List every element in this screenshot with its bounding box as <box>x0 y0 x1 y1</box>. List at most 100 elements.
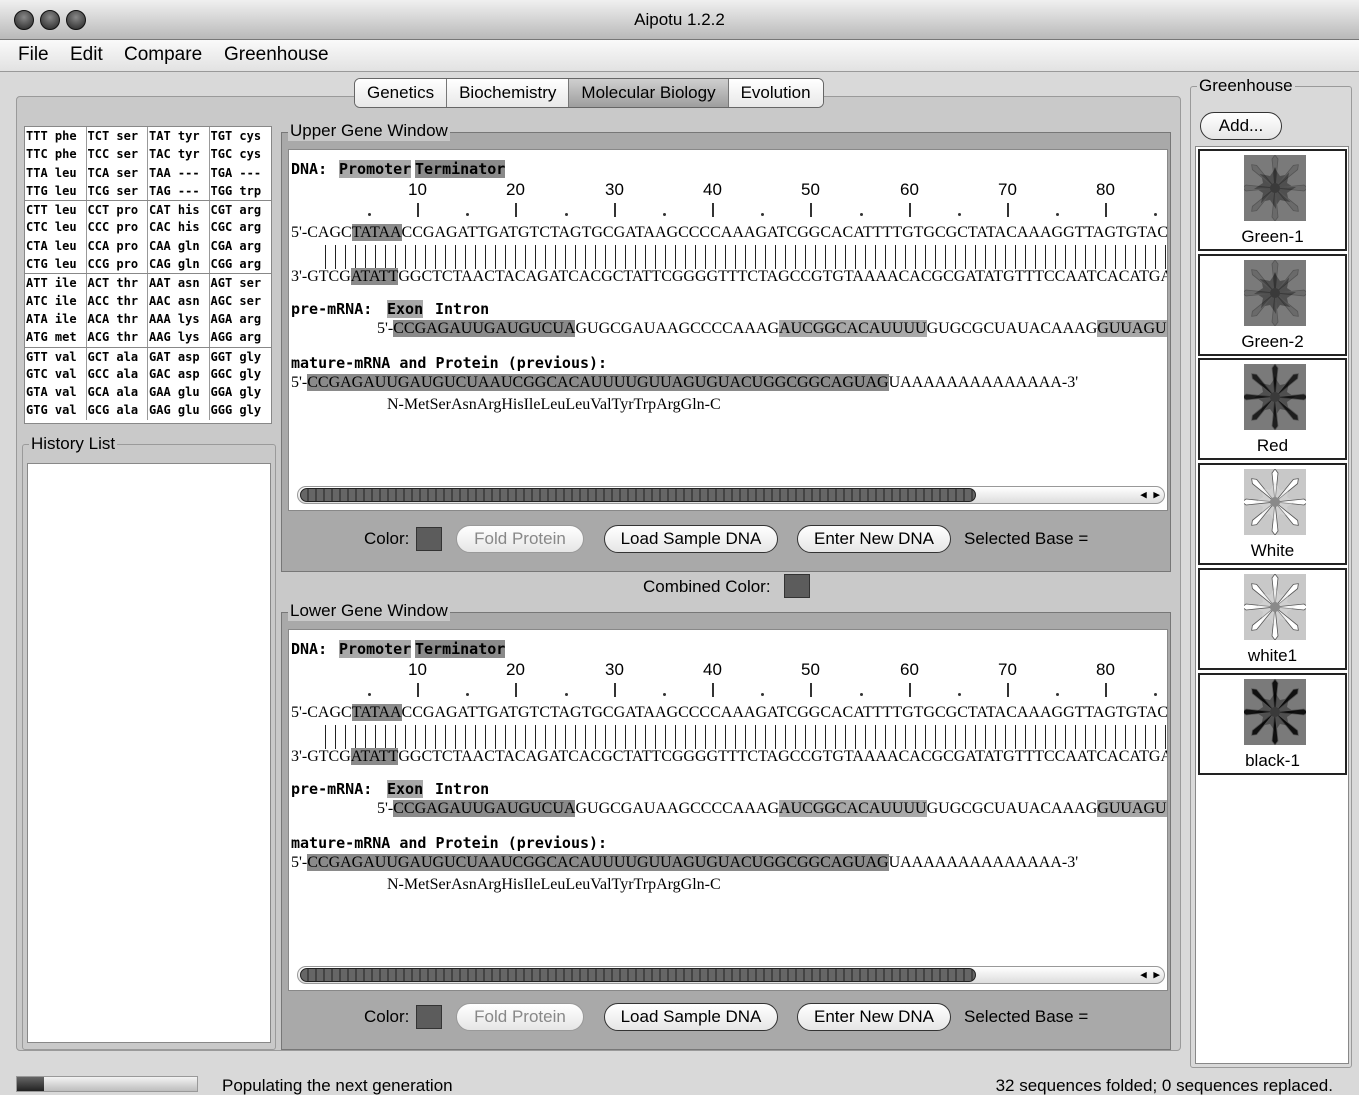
ruler-number: 80 <box>1096 180 1115 199</box>
fold-protein-button[interactable]: Fold Protein <box>456 525 584 553</box>
terminator-label[interactable]: Terminator <box>415 160 506 178</box>
ruler-dot <box>1056 213 1059 216</box>
codon-row: GTT val GCT ala GAT asp GGT gly <box>25 346 271 365</box>
greenhouse-organism[interactable]: White <box>1198 463 1347 566</box>
upper-gene-content[interactable]: DNA: Promoter Terminator 10 20 30 40 50 60 70 8… <box>288 149 1168 511</box>
greenhouse-organism[interactable]: Red <box>1198 358 1347 461</box>
dna-bottom-strand[interactable]: 3'-GTCGATATTGGCTCTAACTACAGATCACGCTATTCGG… <box>291 748 1167 766</box>
codon-cell: CCG pro <box>87 255 148 274</box>
ruler-dot <box>368 693 371 696</box>
load-sample-dna-button[interactable]: Load Sample DNA <box>604 525 778 553</box>
menu-edit[interactable]: Edit <box>70 44 103 66</box>
codon-cell: GAC asp <box>148 364 210 384</box>
tab-evolution[interactable]: Evolution <box>728 79 823 107</box>
organism-name: Green-1 <box>1241 227 1304 246</box>
pre-exon-1: CCGAGAUUGAUGUCUA <box>393 800 576 817</box>
tab-genetics[interactable]: Genetics <box>355 79 448 107</box>
scrollbar-thumb[interactable] <box>300 968 976 982</box>
upper-button-row: Color: Fold Protein Load Sample DNA Ente… <box>282 515 1170 565</box>
enter-new-dna-button[interactable]: Enter New DNA <box>797 525 951 553</box>
promoter-label[interactable]: Promoter <box>339 640 412 658</box>
ruler-number: 10 <box>408 660 427 679</box>
codon-row: CTA leu CCA pro CAA gln CGA arg <box>25 236 271 256</box>
ruler-number: 40 <box>703 660 722 679</box>
greenhouse-organism[interactable]: black-1 <box>1198 672 1347 775</box>
codon-cell: AGG arg <box>210 330 262 345</box>
upper-gene-window-label: Upper Gene Window <box>288 121 450 141</box>
color-label: Color: <box>364 529 410 548</box>
greenhouse-list[interactable]: Green-1 Green-2 Red White white1 black-1 <box>1195 146 1349 1064</box>
intron-label: Intron <box>435 780 490 798</box>
menu-compare[interactable]: Compare <box>124 44 202 66</box>
menu-file[interactable]: File <box>18 44 49 66</box>
status-bar: Populating the next generation 32 sequen… <box>0 1070 1359 1095</box>
codon-cell: ATA ile <box>25 309 87 329</box>
ruler-tick <box>1105 683 1107 697</box>
status-left-text: Populating the next generation <box>222 1076 453 1095</box>
dna-label: DNA: <box>291 640 328 658</box>
premrna-sequence[interactable]: 5'-CCGAGAUUGAUGUCUAGUGCGAUAAGCCCCAAAGAUC… <box>377 800 1167 818</box>
dna-top-strand[interactable]: 5'-CAGCTATAACCGAGATTGATGTCTAGTGCGATAAGCC… <box>291 704 1168 722</box>
codon-cell: GGG gly <box>210 403 262 418</box>
pre-exon-2: AUCGGCACAUUUU <box>779 800 927 817</box>
promoter-label[interactable]: Promoter <box>339 160 412 178</box>
horizontal-scrollbar[interactable]: ◀ ▶ <box>297 966 1165 984</box>
codon-cell: TCC ser <box>87 145 148 164</box>
ruler-number: 20 <box>506 660 525 679</box>
tab-molecular-biology[interactable]: Molecular Biology <box>569 79 729 107</box>
codon-cell: TTA leu <box>25 163 87 182</box>
mature-tail: UAAAAAAAAAAAAAA-3' <box>888 854 1079 871</box>
bottom-sequence: GGCTCTAACTACAGATCACGCTATTCGGGGTTTCTAGCCG… <box>398 268 1168 285</box>
terminator-label[interactable]: Terminator <box>415 640 506 658</box>
ruler-tick <box>515 683 517 697</box>
bottom-box: ATATT <box>350 748 399 765</box>
combined-color-swatch <box>784 574 810 598</box>
codon-cell: ACC thr <box>87 291 148 310</box>
protein-sequence: N-MetSerAsnArgHisIleLeuLeuValTyrTrpArgGl… <box>387 876 721 893</box>
greenhouse-organism[interactable]: white1 <box>1198 567 1347 670</box>
codon-cell: CAC his <box>148 218 210 237</box>
ruler-number: 70 <box>998 660 1017 679</box>
codon-row: ATC ile ACC thr AAC asn AGC ser <box>25 291 271 310</box>
greenhouse-add-button[interactable]: Add... <box>1200 112 1282 140</box>
mature-mrna-sequence[interactable]: 5'-CCGAGAUUGAUGUCUAAUCGGCACAUUUUGUUAGUGU… <box>291 374 1078 392</box>
codon-cell: ATT ile <box>25 274 87 292</box>
horizontal-scrollbar[interactable]: ◀ ▶ <box>297 486 1165 504</box>
codon-cell: CGC arg <box>210 220 262 235</box>
load-sample-dna-button[interactable]: Load Sample DNA <box>604 1003 778 1031</box>
codon-cell: GGT gly <box>210 349 262 364</box>
menu-greenhouse[interactable]: Greenhouse <box>224 44 329 66</box>
pre-exon-3: GUUAGUGUACUGGCG <box>1097 800 1167 817</box>
premrna-sequence[interactable]: 5'-CCGAGAUUGAUGUCUAGUGCGAUAAGCCCCAAAGAUC… <box>377 320 1167 338</box>
codon-cell: TGC cys <box>210 147 262 162</box>
enter-new-dna-button[interactable]: Enter New DNA <box>797 1003 951 1031</box>
history-list[interactable] <box>27 463 271 1043</box>
lower-button-row: Color: Fold Protein Load Sample DNA Ente… <box>282 993 1170 1043</box>
top-sequence: CCGAGATTGATGTCTAGTGCGATAAGCCCCAAAGATCGGC… <box>401 704 1168 721</box>
codon-cell: CTC leu <box>25 218 87 237</box>
ruler-dot <box>466 213 469 216</box>
codon-cell: CAG gln <box>148 255 210 274</box>
scroll-arrows-icon[interactable]: ◀ ▶ <box>1140 488 1160 501</box>
ruler-number: 20 <box>506 180 525 199</box>
selected-base-label: Selected Base = <box>964 529 1089 548</box>
progress-bar <box>16 1076 198 1092</box>
scroll-arrows-icon[interactable]: ◀ ▶ <box>1140 968 1160 981</box>
scrollbar-thumb[interactable] <box>300 488 976 502</box>
codon-row: CTT leu CCT pro CAT his CGT arg <box>25 200 271 219</box>
tab-biochemistry[interactable]: Biochemistry <box>447 79 570 107</box>
greenhouse-organism[interactable]: Green-2 <box>1198 253 1347 356</box>
fold-protein-button[interactable]: Fold Protein <box>456 1003 584 1031</box>
protein-sequence: N-MetSerAsnArgHisIleLeuLeuValTyrTrpArgGl… <box>387 396 721 413</box>
greenhouse-organism[interactable]: Green-1 <box>1198 149 1347 251</box>
codon-cell: CTT leu <box>25 201 87 219</box>
lower-gene-content[interactable]: DNA: Promoter Terminator 10 20 30 40 50 60 70 8… <box>288 629 1168 991</box>
dna-bottom-strand[interactable]: 3'-GTCGATATTGGCTCTAACTACAGATCACGCTATTCGG… <box>291 268 1168 286</box>
combined-color-label: Combined Color: <box>643 577 771 596</box>
organism-name: Red <box>1256 436 1289 456</box>
codon-cell: GAA glu <box>148 383 210 402</box>
dna-top-strand[interactable]: 5'-CAGCTATAACCGAGATTGATGTCTAGTGCGATAAGCC… <box>291 224 1167 242</box>
ruler-dot <box>663 213 666 216</box>
codon-cell: GAT asp <box>148 347 210 365</box>
mature-mrna-sequence[interactable]: 5'-CCGAGAUUGAUGUCUAAUCGGCACAUUUUGUUAGUGU… <box>291 854 1078 872</box>
